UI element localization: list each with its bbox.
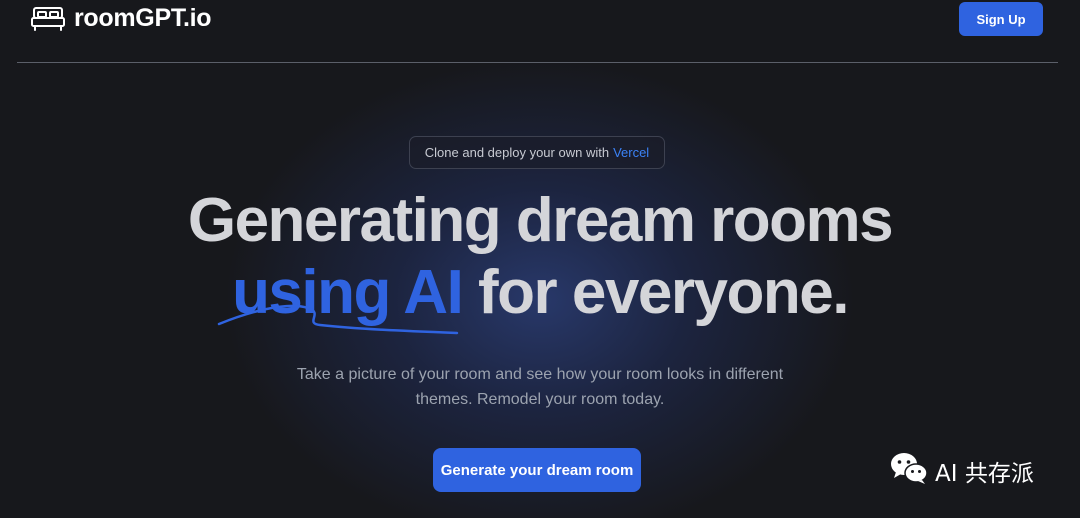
headline-line-1: Generating dream rooms [187, 186, 894, 255]
hero-headline: Generating dream rooms using AI for every… [0, 185, 1080, 329]
watermark: AI 共存派 [889, 451, 1034, 490]
wechat-icon [889, 451, 929, 490]
vercel-link[interactable]: Vercel [613, 145, 649, 160]
sign-up-button[interactable]: Sign Up [959, 2, 1043, 36]
header: roomGPT.io Sign Up [0, 0, 1080, 62]
announcement-text: Clone and deploy your own with [424, 145, 610, 160]
announcement-pill[interactable]: Clone and deploy your own with Vercel [409, 136, 665, 169]
logo-link[interactable]: roomGPT.io [30, 4, 212, 33]
headline-line-2: for everyone. [462, 258, 849, 327]
bed-icon [30, 5, 66, 33]
underline-squiggle [217, 304, 459, 335]
hero-subtitle: Take a picture of your room and see how … [296, 366, 784, 408]
header-divider [17, 62, 1058, 63]
generate-dream-room-button[interactable]: Generate your dream room [433, 448, 641, 492]
logo-text: roomGPT.io [74, 4, 212, 32]
watermark-text: AI 共存派 [935, 460, 1034, 487]
